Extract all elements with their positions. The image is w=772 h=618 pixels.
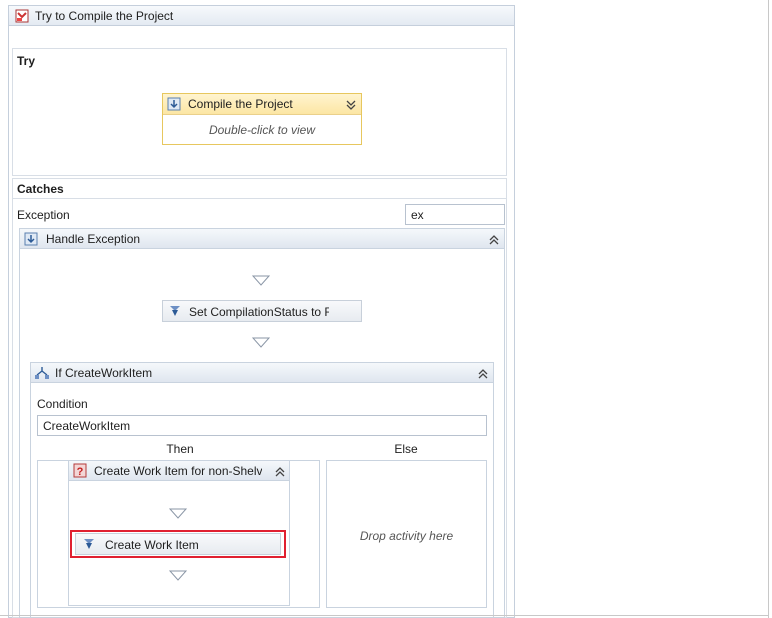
set-compilation-status-title: Set CompilationStatus to F: [189, 305, 329, 319]
assign-icon: [170, 306, 180, 316]
drop-point-arrow-icon[interactable]: [169, 570, 187, 581]
drop-point-arrow-icon[interactable]: [252, 337, 270, 348]
highlight-box: [70, 530, 286, 558]
condition-label: Condition: [37, 397, 88, 411]
compile-project-subtitle: Double-click to view: [208, 123, 316, 137]
compile-project-activity[interactable]: Compile the Project Double-click to view: [162, 93, 362, 145]
condition-field[interactable]: CreateWorkItem: [37, 415, 487, 436]
else-label: Else: [394, 442, 418, 456]
canvas-border: [0, 615, 768, 616]
question-icon: ?: [73, 463, 87, 478]
sequence-icon: [167, 97, 181, 111]
canvas-border: [768, 0, 769, 618]
condition-value: CreateWorkItem: [43, 419, 131, 433]
catches-divider: [12, 198, 507, 199]
else-branch-drop-zone[interactable]: Drop activity here: [326, 460, 487, 608]
if-title: If CreateWorkItem: [55, 366, 153, 380]
catches-label: Catches: [17, 182, 64, 196]
exception-variable-value: ex: [411, 208, 424, 222]
exception-type-label: Exception: [17, 208, 70, 222]
svg-text:?: ?: [77, 466, 84, 478]
drop-activity-placeholder: Drop activity here: [359, 529, 454, 543]
collapse-chevron-icon[interactable]: [488, 234, 500, 246]
exception-variable-field[interactable]: ex: [405, 204, 505, 225]
if-branch-icon: [35, 367, 49, 379]
collapse-chevron-icon[interactable]: [477, 368, 489, 380]
try-catch-title: Try to Compile the Project: [35, 9, 174, 23]
compile-project-title: Compile the Project: [188, 97, 293, 111]
compile-project-header[interactable]: Compile the Project: [163, 94, 361, 115]
create-work-item-sequence-header[interactable]: ? Create Work Item for non-Shelv: [69, 461, 289, 481]
handle-exception-header[interactable]: Handle Exception: [20, 229, 504, 249]
try-catch-header[interactable]: Try to Compile the Project: [9, 6, 514, 26]
expand-chevron-icon[interactable]: [345, 99, 357, 111]
collapse-chevron-icon[interactable]: [274, 466, 286, 478]
create-work-item-sequence-title: Create Work Item for non-Shelv: [94, 464, 262, 478]
drop-point-arrow-icon[interactable]: [252, 275, 270, 286]
set-compilation-status-activity[interactable]: Set CompilationStatus to F: [162, 300, 362, 322]
workflow-designer-canvas: Try to Compile the Project Try Compile t…: [0, 0, 772, 618]
handle-exception-title: Handle Exception: [46, 232, 141, 246]
try-label: Try: [17, 54, 36, 68]
if-header[interactable]: If CreateWorkItem: [31, 363, 493, 383]
sequence-icon: [24, 232, 38, 246]
drop-point-arrow-icon[interactable]: [169, 508, 187, 519]
then-label: Then: [166, 442, 194, 456]
try-catch-icon: [15, 9, 29, 23]
